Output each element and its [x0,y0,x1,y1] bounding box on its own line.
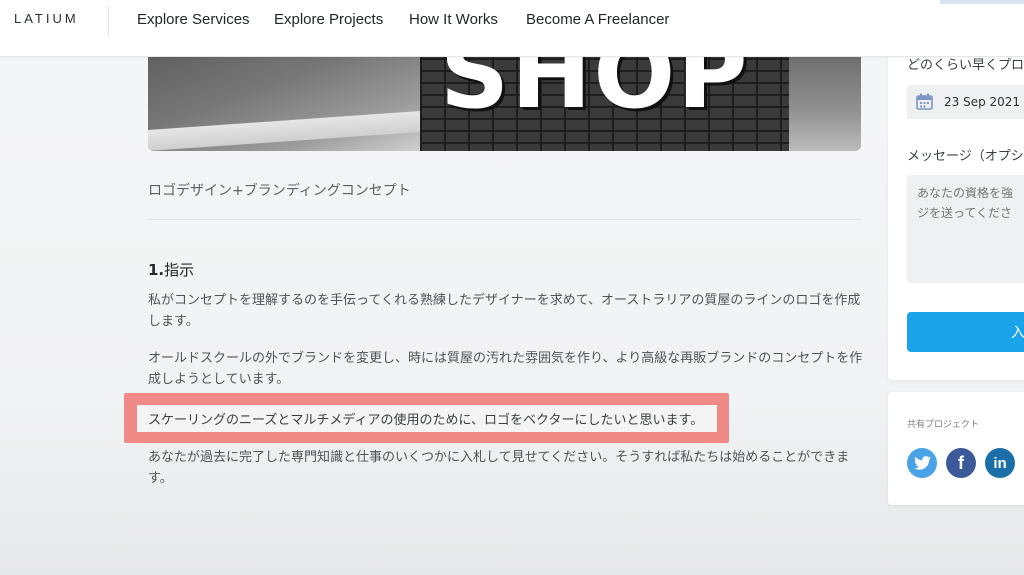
message-label: メッセージ（オプシ [907,149,1024,164]
page: LATIUM Explore Services Explore Projects… [0,0,1024,575]
twitter-icon [913,456,931,470]
nav-explore-projects[interactable]: Explore Projects [274,11,383,28]
nav-become-freelancer[interactable]: Become A Freelancer [526,11,669,28]
description-paragraph-1: 私がコンセプトを理解するのを手伝ってくれる熟練したデザイナーを求めて、オーストラ… [148,293,861,329]
section-heading: 1.指示 [148,259,194,280]
hero-shop-sign: SHOP [440,48,750,130]
project-subtitle: ロゴデザイン+ブランディングコンセプト [148,183,411,199]
nav-divider [108,6,109,36]
section-title: 指示 [164,261,195,279]
linkedin-icon: in [993,454,1007,472]
project-hero-image: SHOP [148,48,861,151]
latium-logo[interactable]: LATIUM [14,11,79,26]
description-paragraph-4: あなたが過去に完了した専門知識と仕事のいくつかに入札して見せてください。そうすれ… [148,450,850,486]
section-number: 1. [148,261,165,279]
facebook-share-button[interactable]: f [946,448,976,478]
submit-proposal-button[interactable]: 入 [907,312,1024,352]
nav-explore-services[interactable]: Explore Services [137,11,250,28]
date-value: 23 Sep 2021 [944,95,1021,109]
description-paragraph-3: スケーリングのニーズとマルチメディアの使用のために、ロゴをベクターにしたいと思い… [148,413,704,428]
nav-accent-bar [940,0,1024,4]
calendar-icon [916,93,933,110]
divider [148,219,861,220]
facebook-icon: f [958,452,964,473]
linkedin-share-button[interactable]: in [985,448,1015,478]
nav-how-it-works[interactable]: How It Works [409,11,498,28]
description-paragraph-2: オールドスクールの外でブランドを変更し、時には質屋の汚れた雰囲気を作り、より高級… [148,351,863,387]
top-navigation: LATIUM Explore Services Explore Projects… [0,0,1024,57]
twitter-share-button[interactable] [907,448,937,478]
share-project-label: 共有プロジェクト [907,420,980,430]
hero-sky-right [789,48,861,151]
message-textarea[interactable] [907,175,1024,283]
